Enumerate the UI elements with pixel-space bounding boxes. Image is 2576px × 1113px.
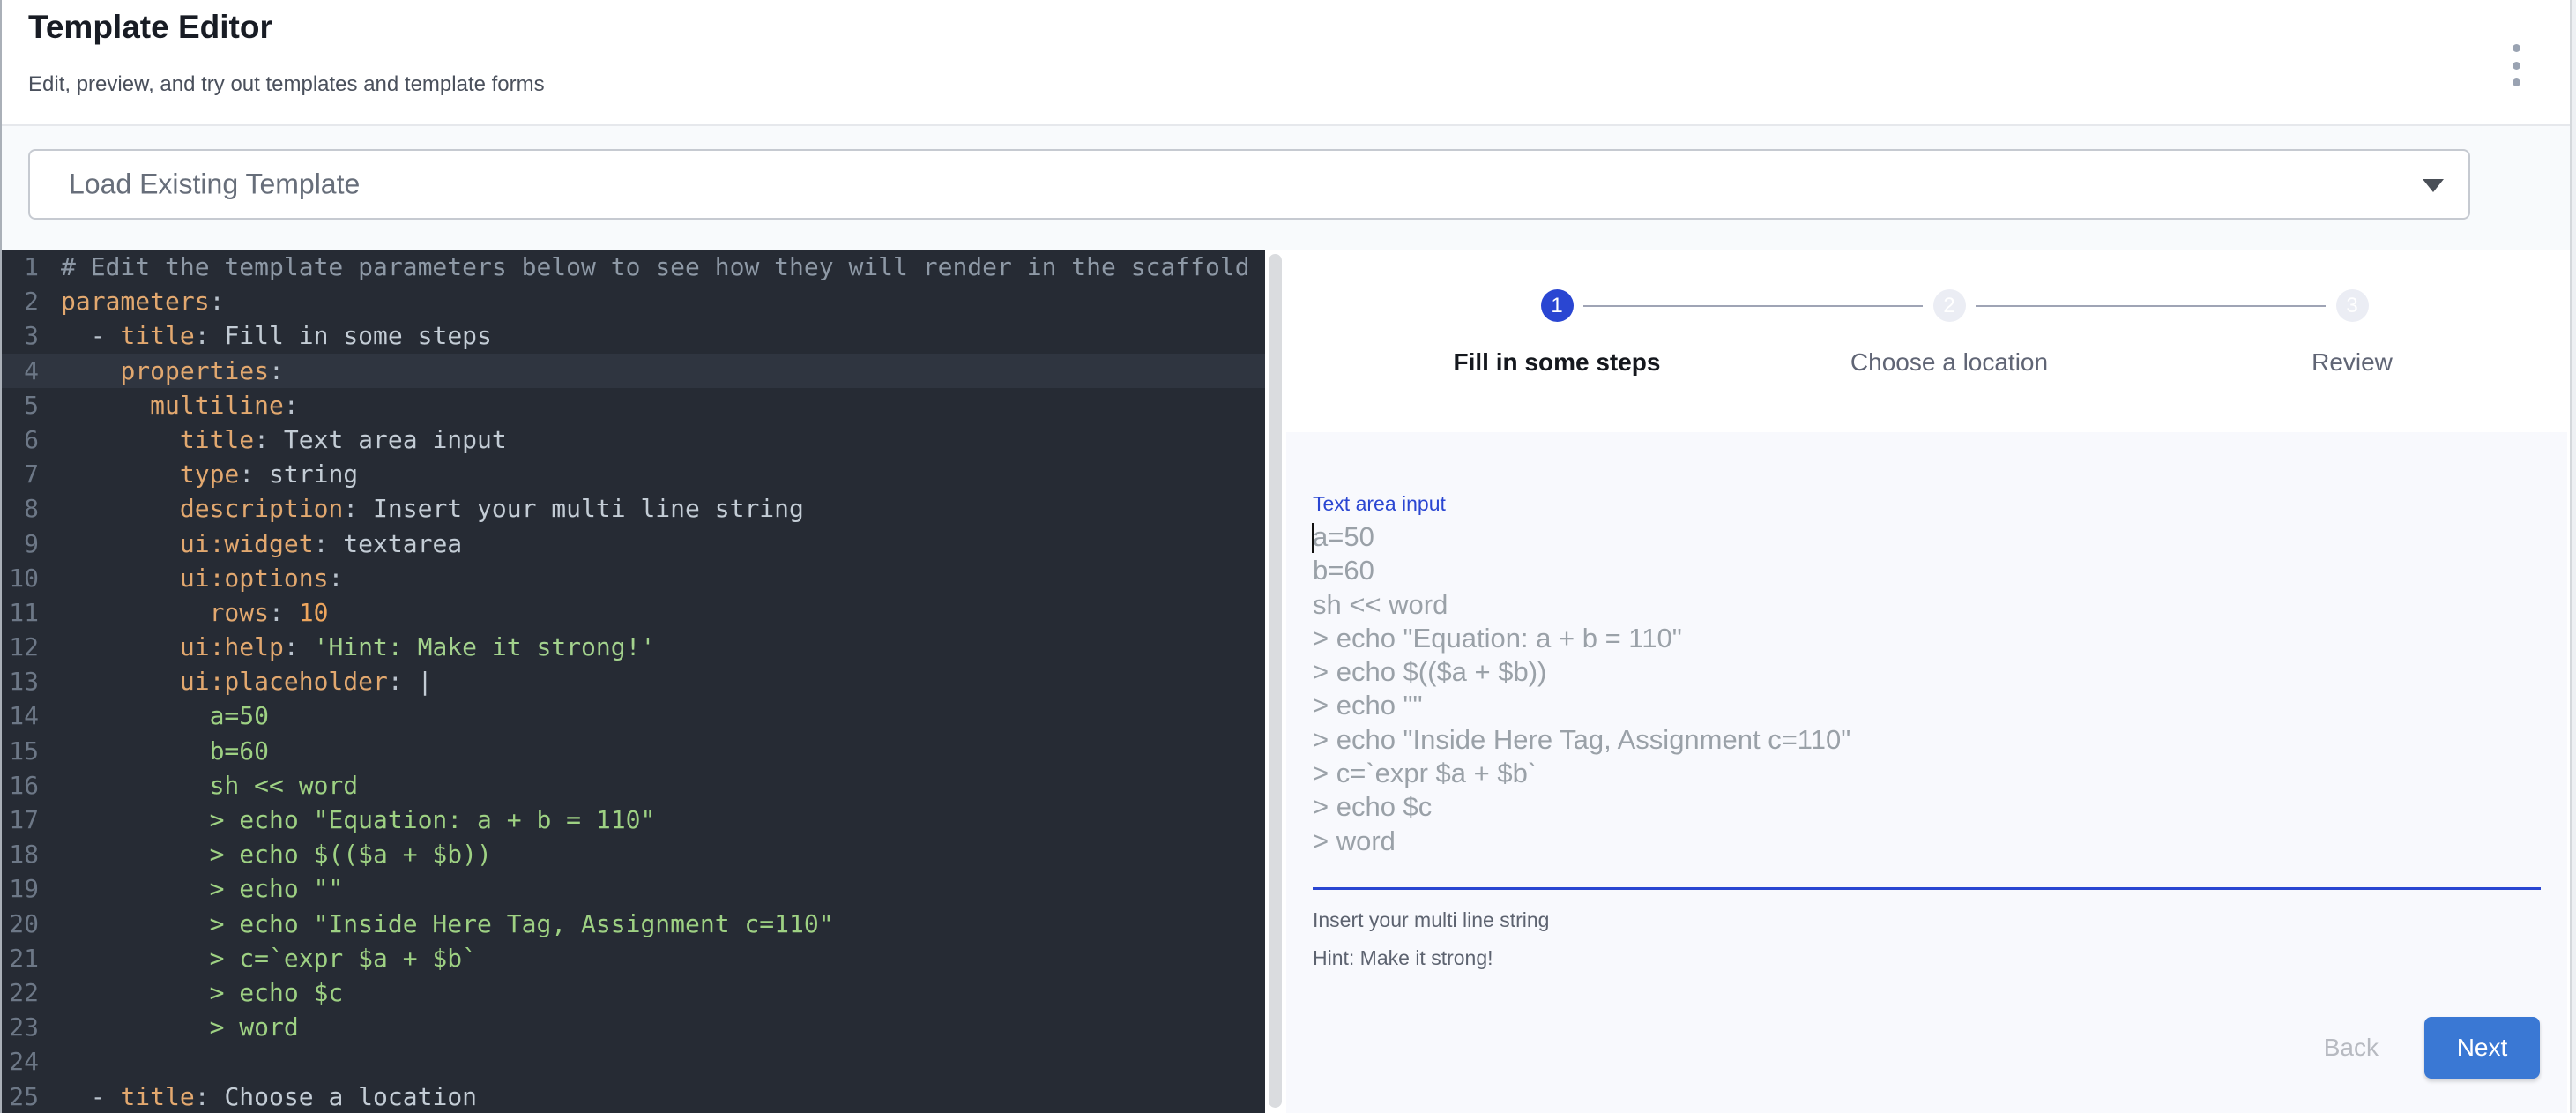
wizard-buttons: Back Next bbox=[2315, 1017, 2540, 1079]
load-template-select-value: Load Existing Template bbox=[69, 168, 360, 201]
line-number: 12 bbox=[2, 630, 39, 664]
line-number: 20 bbox=[2, 907, 39, 941]
line-number: 23 bbox=[2, 1010, 39, 1044]
back-button[interactable]: Back bbox=[2315, 1017, 2387, 1079]
step-1-label: Fill in some steps bbox=[1454, 348, 1661, 377]
code-line[interactable]: 3 - title: Fill in some steps bbox=[2, 318, 1265, 353]
code-line[interactable]: 1# Edit the template parameters below to… bbox=[2, 250, 1265, 284]
step-connector bbox=[1583, 305, 1923, 307]
line-number: 24 bbox=[2, 1044, 39, 1079]
load-template-select[interactable]: Load Existing Template bbox=[28, 149, 2470, 220]
template-editor-app: Template Editor Edit, preview, and try o… bbox=[0, 0, 2572, 1113]
code-line[interactable]: 13 ui:placeholder: | bbox=[2, 664, 1265, 698]
line-number: 5 bbox=[2, 388, 39, 422]
chevron-down-icon bbox=[2423, 179, 2444, 192]
next-button[interactable]: Next bbox=[2424, 1017, 2540, 1079]
code-line[interactable]: 18 > echo $(($a + $b)) bbox=[2, 837, 1265, 871]
code-line[interactable]: 4 properties: bbox=[2, 354, 1265, 388]
line-number: 17 bbox=[2, 803, 39, 837]
line-number: 11 bbox=[2, 595, 39, 630]
step-2-label: Choose a location bbox=[1850, 348, 2048, 377]
code-line[interactable]: 24 bbox=[2, 1044, 1265, 1079]
yaml-code-editor[interactable]: 1# Edit the template parameters below to… bbox=[2, 250, 1265, 1113]
line-number: 3 bbox=[2, 318, 39, 353]
code-line[interactable]: 16 sh << word bbox=[2, 768, 1265, 803]
line-number: 16 bbox=[2, 768, 39, 803]
code-line[interactable]: 7 type: string bbox=[2, 457, 1265, 491]
line-number: 1 bbox=[2, 250, 39, 284]
main-split: 1# Edit the template parameters below to… bbox=[2, 250, 2570, 1113]
header: Template Editor Edit, preview, and try o… bbox=[2, 0, 2570, 126]
line-number: 14 bbox=[2, 698, 39, 733]
step-2-indicator: 2 bbox=[1933, 289, 1966, 322]
code-line[interactable]: 10 ui:options: bbox=[2, 561, 1265, 595]
code-line[interactable]: 2parameters: bbox=[2, 284, 1265, 318]
text-cursor bbox=[1312, 523, 1314, 553]
page-title: Template Editor bbox=[28, 9, 272, 46]
line-number: 13 bbox=[2, 664, 39, 698]
line-number: 2 bbox=[2, 284, 39, 318]
step-connector bbox=[1976, 305, 2326, 307]
code-line[interactable]: 12 ui:help: 'Hint: Make it strong!' bbox=[2, 630, 1265, 664]
multiline-textarea[interactable] bbox=[1313, 520, 2541, 878]
step-3-indicator: 3 bbox=[2336, 289, 2369, 322]
page-subtitle: Edit, preview, and try out templates and… bbox=[28, 72, 545, 97]
field-description: Insert your multi line string bbox=[1313, 908, 1549, 932]
code-line[interactable]: 14 a=50 bbox=[2, 698, 1265, 733]
code-line[interactable]: 8 description: Insert your multi line st… bbox=[2, 491, 1265, 526]
textarea-field-label: Text area input bbox=[1313, 492, 1446, 516]
preview-pane: 1 2 3 Fill in some steps Choose a locati… bbox=[1265, 250, 2570, 1113]
line-number: 4 bbox=[2, 354, 39, 388]
wizard-stepper: 1 2 3 Fill in some steps Choose a locati… bbox=[1286, 250, 2567, 432]
code-line[interactable]: 20 > echo "Inside Here Tag, Assignment c… bbox=[2, 907, 1265, 941]
line-number: 15 bbox=[2, 734, 39, 768]
code-line[interactable]: 19 > echo "" bbox=[2, 871, 1265, 906]
line-number: 9 bbox=[2, 527, 39, 561]
code-line[interactable]: 23 > word bbox=[2, 1010, 1265, 1044]
code-line[interactable]: 9 ui:widget: textarea bbox=[2, 527, 1265, 561]
line-number: 22 bbox=[2, 975, 39, 1010]
line-number: 6 bbox=[2, 422, 39, 457]
code-line[interactable]: 21 > c=`expr $a + $b` bbox=[2, 941, 1265, 975]
step-3-label: Review bbox=[2312, 348, 2393, 377]
editor-scrollbar[interactable] bbox=[1269, 254, 1282, 1108]
kebab-menu-icon bbox=[2513, 44, 2520, 52]
form-preview-panel: Text area input Insert your multi line s… bbox=[1286, 432, 2567, 1113]
field-help-text: Hint: Make it strong! bbox=[1313, 946, 1493, 970]
line-number: 8 bbox=[2, 491, 39, 526]
line-number: 25 bbox=[2, 1079, 39, 1113]
line-number: 7 bbox=[2, 457, 39, 491]
line-number: 19 bbox=[2, 871, 39, 906]
code-line[interactable]: 17 > echo "Equation: a + b = 110" bbox=[2, 803, 1265, 837]
code-line[interactable]: 6 title: Text area input bbox=[2, 422, 1265, 457]
step-1-indicator: 1 bbox=[1541, 289, 1574, 322]
code-line[interactable]: 5 multiline: bbox=[2, 388, 1265, 422]
line-number: 18 bbox=[2, 837, 39, 871]
line-number: 10 bbox=[2, 561, 39, 595]
kebab-menu-button[interactable] bbox=[2504, 42, 2528, 88]
code-line[interactable]: 25 - title: Choose a location bbox=[2, 1079, 1265, 1113]
code-line[interactable]: 11 rows: 10 bbox=[2, 595, 1265, 630]
code-line[interactable]: 15 b=60 bbox=[2, 734, 1265, 768]
code-line[interactable]: 22 > echo $c bbox=[2, 975, 1265, 1010]
load-template-section: Load Existing Template bbox=[2, 126, 2570, 250]
code-lines: 1# Edit the template parameters below to… bbox=[2, 250, 1265, 1113]
line-number: 21 bbox=[2, 941, 39, 975]
textarea-focus-underline bbox=[1313, 887, 2541, 890]
